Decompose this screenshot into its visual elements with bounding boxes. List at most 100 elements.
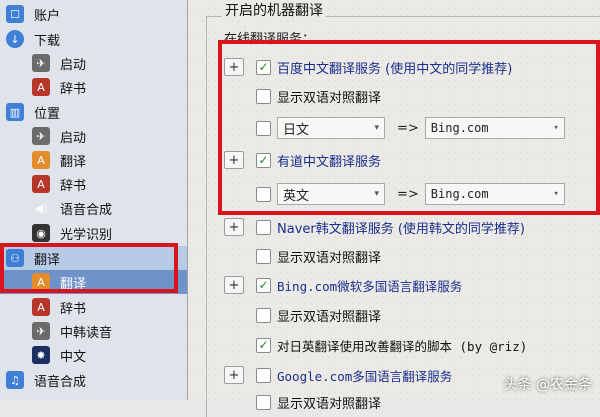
naver-bilingual-option[interactable]: 显示双语对照翻译 <box>256 244 381 268</box>
translation-direction-arrow: => <box>397 120 419 136</box>
sidebar-item-label: 启动 <box>60 130 87 146</box>
bing-checkbox[interactable]: ✓ <box>256 277 271 293</box>
youdao-language-row: 英文 ▾ => Bing.com ▾ <box>256 182 571 206</box>
chinese-icon: ✸ <box>32 346 50 364</box>
account-icon: ☐ <box>6 5 24 23</box>
bing-bilingual-option[interactable]: 显示双语对照翻译 <box>256 303 381 327</box>
sidebar-item-label: 语音合成 <box>34 374 87 390</box>
bing-bilingual-checkbox[interactable] <box>256 307 271 323</box>
sidebar-item-translate-dictionary[interactable]: A 辞书 <box>0 295 187 319</box>
bing-script-label: 对日英翻译使用改善翻译的脚本 (by @riz) <box>277 338 528 354</box>
sidebar-item-label: 启动 <box>60 57 87 73</box>
google-checkbox[interactable] <box>256 367 271 383</box>
sidebar-item-download[interactable]: ↓ 下载 <box>0 27 187 51</box>
youdao-service-label: 有道中文翻译服务 <box>277 154 382 170</box>
sidebar-item-translate-group[interactable]: ⚇ 翻译 <box>0 246 187 270</box>
baidu-target-engine-select[interactable]: Bing.com ▾ <box>424 117 565 139</box>
dictionary-icon: A <box>32 78 50 96</box>
youdao-checkbox[interactable]: ✓ <box>256 152 271 168</box>
sidebar-item-account[interactable]: ☐ 账户 <box>0 2 187 26</box>
expand-baidu-button[interactable]: + <box>224 58 244 76</box>
translate-group-icon: ⚇ <box>6 249 24 267</box>
chevron-down-icon: ▾ <box>374 189 379 199</box>
naver-bilingual-checkbox[interactable] <box>256 248 271 264</box>
expand-youdao-button[interactable]: + <box>224 151 244 169</box>
sidebar-item-download-launch[interactable]: ✈ 启动 <box>0 51 187 75</box>
launch-icon: ✈ <box>32 127 50 145</box>
translation-settings-panel: 开启的机器翻译 在线翻译服务： + ✓ 百度中文翻译服务 (使用中文的同学推荐)… <box>188 0 600 417</box>
youdao-target-engine-select[interactable]: Bing.com ▾ <box>424 183 565 205</box>
bing-service-option[interactable]: ✓ Bing.com微软多国语言翻译服务 <box>256 273 462 297</box>
translate-icon: A <box>32 273 50 291</box>
baidu-bilingual-option[interactable]: 显示双语对照翻译 <box>256 84 381 108</box>
sidebar-item-label: 下载 <box>34 33 61 49</box>
naver-service-label: Naver韩文翻译服务 (使用韩文的同学推荐) <box>277 221 526 237</box>
sidebar-item-label: 中韩读音 <box>60 325 113 341</box>
baidu-language-row: 日文 ▾ => Bing.com ▾ <box>256 116 571 140</box>
expand-naver-button[interactable]: + <box>224 218 244 236</box>
sidebar-item-label: 中文 <box>60 349 87 365</box>
source-language-value: 英文 <box>283 188 310 204</box>
sidebar-item-speech[interactable]: ◀) 语音合成 <box>0 196 187 220</box>
bing-script-checkbox[interactable]: ✓ <box>256 337 271 353</box>
target-engine-value: Bing.com <box>430 187 489 201</box>
translation-direction-arrow: => <box>397 186 419 202</box>
chevron-down-icon: ▾ <box>374 123 379 133</box>
baidu-bilingual-label: 显示双语对照翻译 <box>277 90 382 106</box>
naver-service-option[interactable]: Naver韩文翻译服务 (使用韩文的同学推荐) <box>256 215 525 239</box>
baidu-service-option[interactable]: ✓ 百度中文翻译服务 (使用中文的同学推荐) <box>256 55 512 79</box>
sidebar-item-translate-selected[interactable]: A 翻译 <box>0 270 187 294</box>
group-title: 开启的机器翻译 <box>222 0 326 20</box>
check-icon: ✓ <box>258 153 269 167</box>
korean-pronunciation-icon: ✈ <box>32 322 50 340</box>
expand-google-button[interactable]: + <box>224 366 244 384</box>
sidebar-item-download-dictionary[interactable]: A 辞书 <box>0 75 187 99</box>
check-icon: ✓ <box>258 278 269 292</box>
naver-bilingual-label: 显示双语对照翻译 <box>277 250 382 266</box>
launch-icon: ✈ <box>32 54 50 72</box>
sidebar-item-label: 光学识别 <box>60 227 113 243</box>
check-icon: ✓ <box>258 338 269 352</box>
google-bilingual-checkbox[interactable] <box>256 394 271 410</box>
sidebar-item-label: 位置 <box>34 106 61 122</box>
check-icon: ✓ <box>258 60 269 74</box>
google-service-option[interactable]: Google.com多国语言翻译服务 <box>256 363 452 387</box>
youdao-service-option[interactable]: ✓ 有道中文翻译服务 <box>256 148 381 172</box>
expand-bing-button[interactable]: + <box>224 276 244 294</box>
speaker-icon: ◀) <box>34 201 48 215</box>
sidebar: ☐ 账户 ↓ 下载 ✈ 启动 A 辞书 ▥ 位置 ✈ 启动 A 翻译 A 辞书 … <box>0 0 188 400</box>
sidebar-item-korean[interactable]: ✈ 中韩读音 <box>0 319 187 343</box>
sidebar-item-chinese[interactable]: ✸ 中文 <box>0 343 187 367</box>
sidebar-item-label: 辞书 <box>60 178 87 194</box>
sidebar-item-label: 账户 <box>34 8 61 24</box>
sidebar-item-speech-synthesis[interactable]: ♫ 语音合成 <box>0 368 187 392</box>
target-engine-value: Bing.com <box>430 121 489 135</box>
baidu-service-label: 百度中文翻译服务 (使用中文的同学推荐) <box>277 61 513 77</box>
sidebar-item-location-dictionary[interactable]: A 辞书 <box>0 172 187 196</box>
baidu-source-language-select[interactable]: 日文 ▾ <box>277 117 385 139</box>
baidu-language-checkbox[interactable] <box>256 120 271 136</box>
speech-synthesis-icon: ♫ <box>6 371 24 389</box>
google-bilingual-option[interactable]: 显示双语对照翻译 <box>256 390 381 414</box>
youdao-source-language-select[interactable]: 英文 ▾ <box>277 183 385 205</box>
translate-icon: A <box>32 151 50 169</box>
sidebar-item-location-launch[interactable]: ✈ 启动 <box>0 124 187 148</box>
sidebar-item-label: 语音合成 <box>60 202 113 218</box>
sidebar-item-label: 辞书 <box>60 81 87 97</box>
baidu-bilingual-checkbox[interactable] <box>256 88 271 104</box>
google-service-label: Google.com多国语言翻译服务 <box>277 368 453 384</box>
online-service-label: 在线翻译服务： <box>224 32 316 47</box>
sidebar-item-label: 翻译 <box>60 154 87 170</box>
sidebar-item-ocr[interactable]: ◉ 光学识别 <box>0 221 187 245</box>
dictionary-icon: A <box>32 175 50 193</box>
naver-checkbox[interactable] <box>256 219 271 235</box>
sidebar-item-location-translate[interactable]: A 翻译 <box>0 148 187 172</box>
download-icon: ↓ <box>6 30 24 48</box>
google-bilingual-label: 显示双语对照翻译 <box>277 396 382 412</box>
watermark: 头条 @农金条 <box>503 377 592 393</box>
sidebar-item-label: 翻译 <box>34 252 61 268</box>
baidu-checkbox[interactable]: ✓ <box>256 59 271 75</box>
bing-script-option[interactable]: ✓ 对日英翻译使用改善翻译的脚本 (by @riz) <box>256 333 527 357</box>
youdao-language-checkbox[interactable] <box>256 186 271 202</box>
sidebar-item-location[interactable]: ▥ 位置 <box>0 100 187 124</box>
